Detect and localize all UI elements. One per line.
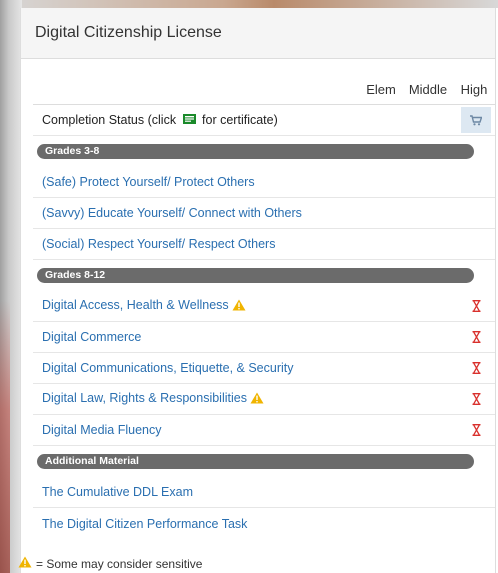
list-item: The Digital Citizen Performance Task	[33, 508, 495, 539]
panel-title: Digital Citizenship License	[35, 24, 222, 41]
column-header-row: Elem Middle High	[33, 74, 495, 105]
license-table: Elem Middle High Completion Status (clic…	[33, 74, 495, 539]
list-item: Digital Commerce	[33, 322, 495, 353]
section-additional-material: Additional Material	[33, 446, 495, 477]
completion-status-row: Completion Status (click for certificate…	[33, 105, 495, 136]
course-link-ddl-exam[interactable]: The Cumulative DDL Exam	[42, 485, 193, 499]
top-edge-decoration	[0, 0, 498, 8]
section-label: Additional Material	[37, 454, 474, 469]
course-link-digital-law[interactable]: Digital Law, Rights & Responsibilities	[42, 391, 247, 405]
sensitivity-legend: = Some may consider sensitive	[18, 556, 202, 571]
course-link-performance-task[interactable]: The Digital Citizen Performance Task	[42, 517, 247, 531]
warning-icon	[18, 556, 32, 571]
legend-text: = Some may consider sensitive	[36, 556, 203, 571]
course-link-digital-communications[interactable]: Digital Communications, Etiquette, & Sec…	[42, 361, 294, 375]
list-item: Digital Media Fluency	[33, 415, 495, 446]
section-grades-8-12: Grades 8-12	[33, 260, 495, 291]
completion-status-text: Completion Status (click for certificate…	[42, 113, 278, 128]
course-link-social[interactable]: (Social) Respect Yourself/ Respect Other…	[42, 237, 275, 251]
list-item: Digital Communications, Etiquette, & Sec…	[33, 353, 495, 384]
section-grades-3-8: Grades 3-8	[33, 136, 495, 167]
column-middle: Middle	[408, 81, 448, 97]
warning-icon	[250, 392, 264, 407]
course-link-digital-media-fluency[interactable]: Digital Media Fluency	[42, 423, 162, 437]
left-edge-accent	[0, 300, 10, 573]
list-item: (Safe) Protect Yourself/ Protect Others	[33, 167, 495, 198]
hourglass-icon[interactable]	[461, 331, 491, 343]
high-certificate-cart[interactable]	[461, 107, 491, 133]
left-edge-decoration	[0, 0, 22, 573]
hourglass-icon[interactable]	[461, 300, 491, 312]
column-elem: Elem	[366, 81, 396, 97]
list-item: (Savvy) Educate Yourself/ Connect with O…	[33, 198, 495, 229]
hourglass-icon[interactable]	[461, 362, 491, 374]
list-item: (Social) Respect Yourself/ Respect Other…	[33, 229, 495, 260]
cart-icon	[470, 114, 482, 125]
panel-heading: Digital Citizenship License	[21, 8, 495, 59]
section-label: Grades 3-8	[37, 144, 474, 159]
certificate-icon	[182, 113, 196, 127]
completion-status-suffix: for certificate)	[202, 112, 278, 127]
hourglass-icon[interactable]	[461, 424, 491, 436]
course-link-safe[interactable]: (Safe) Protect Yourself/ Protect Others	[42, 175, 255, 189]
column-high: High	[460, 81, 488, 97]
course-link-digital-access[interactable]: Digital Access, Health & Wellness	[42, 298, 229, 312]
section-label: Grades 8-12	[37, 268, 474, 283]
course-link-savvy[interactable]: (Savvy) Educate Yourself/ Connect with O…	[42, 206, 302, 220]
warning-icon	[232, 299, 246, 314]
list-item: Digital Law, Rights & Responsibilities	[33, 384, 495, 415]
hourglass-icon[interactable]	[461, 393, 491, 405]
course-link-digital-commerce[interactable]: Digital Commerce	[42, 330, 141, 344]
completion-status-prefix: Completion Status (click	[42, 112, 177, 127]
list-item: The Cumulative DDL Exam	[33, 477, 495, 508]
license-panel: Digital Citizenship License Elem Middle …	[20, 8, 496, 573]
list-item: Digital Access, Health & Wellness	[33, 291, 495, 322]
